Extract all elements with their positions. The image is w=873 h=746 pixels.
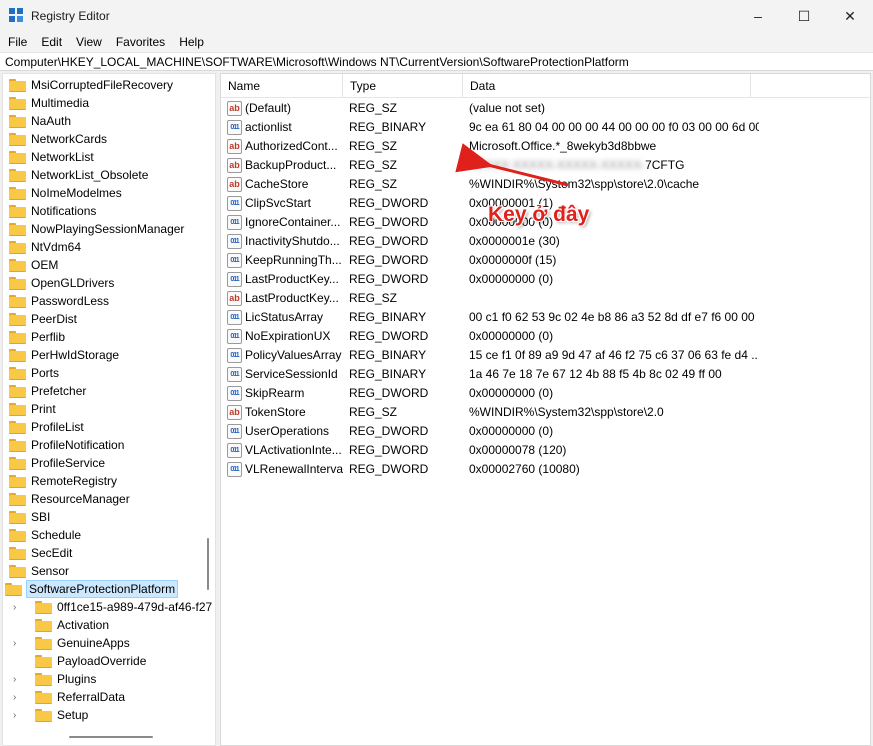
registry-editor-icon (9, 8, 25, 24)
window-title: Registry Editor (31, 9, 110, 23)
maximize-button[interactable]: ☐ (781, 0, 827, 32)
close-button[interactable]: ✕ (827, 0, 873, 32)
annotation-label: Key ở đây (488, 203, 590, 226)
menu-edit[interactable]: Edit (34, 35, 69, 49)
main-content: MsiCorruptedFileRecovery Multimedia NaAuth… (0, 71, 873, 746)
menu-help[interactable]: Help (172, 35, 211, 49)
menu-view[interactable]: View (69, 35, 109, 49)
address-bar[interactable]: Computer\HKEY_LOCAL_MACHINE\SOFTWARE\Mic… (0, 52, 873, 71)
menu-bar: File Edit View Favorites Help (0, 32, 873, 52)
annotation-arrow (455, 143, 569, 187)
menu-file[interactable]: File (0, 35, 34, 49)
minimize-button[interactable]: – (735, 0, 781, 32)
title-bar: Registry Editor – ☐ ✕ (0, 0, 873, 32)
menu-favorites[interactable]: Favorites (109, 35, 172, 49)
